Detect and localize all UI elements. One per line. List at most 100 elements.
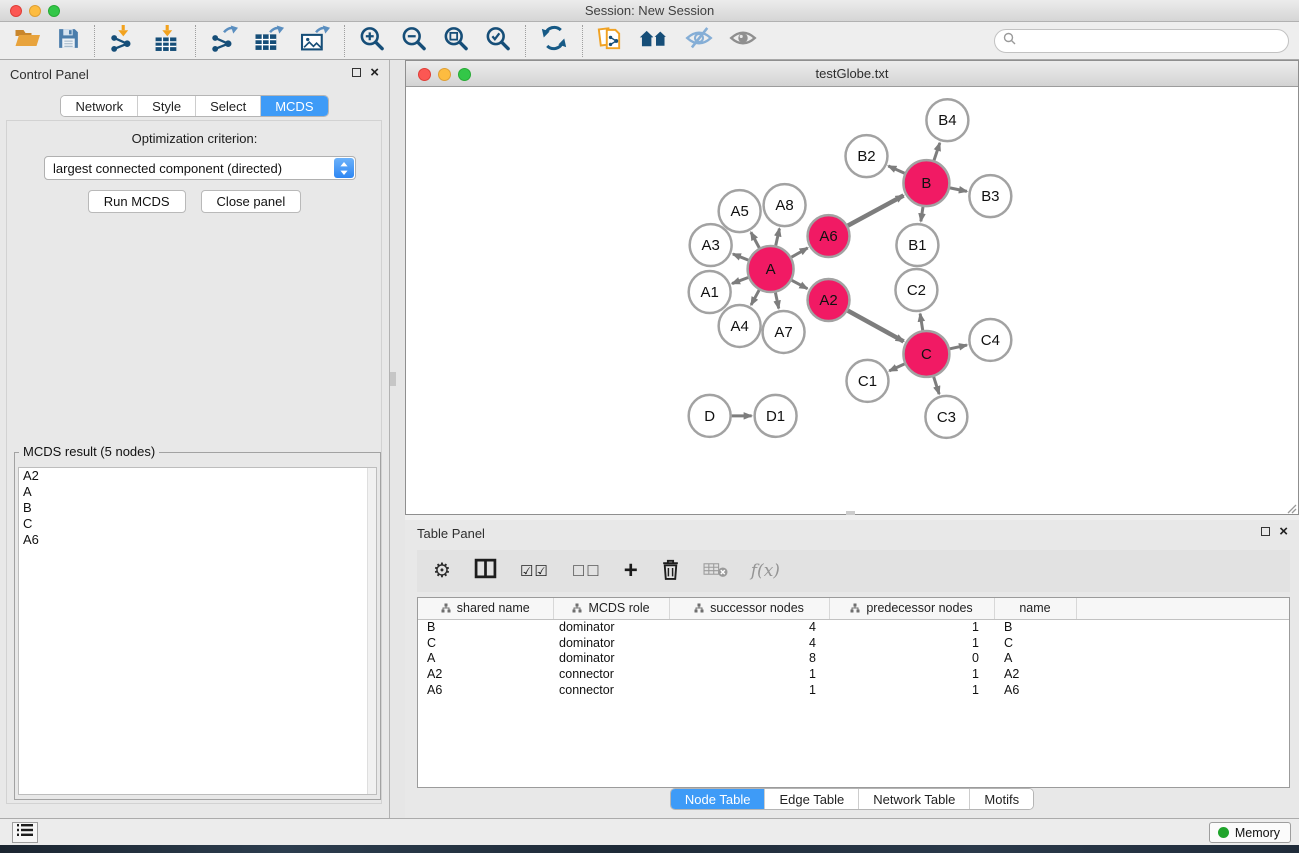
tab-network[interactable]: Network (61, 96, 138, 116)
graph-edge-A-A6[interactable] (791, 248, 807, 257)
panel-divider-grip[interactable] (390, 372, 396, 386)
mcds-result-item[interactable]: B (19, 500, 376, 516)
table-row[interactable]: Bdominator41B (418, 619, 1289, 635)
table-row[interactable]: A6connector11A6 (418, 682, 1289, 698)
tab-select[interactable]: Select (196, 96, 261, 116)
table-row[interactable]: Adominator80A (418, 650, 1289, 666)
table-tab-edge-table[interactable]: Edge Table (765, 789, 859, 809)
table-row[interactable]: Cdominator41C (418, 635, 1289, 651)
task-history-button[interactable] (12, 822, 38, 843)
search-input[interactable] (1020, 31, 1288, 51)
graph-edge-A-A8[interactable] (776, 229, 780, 246)
float-table-panel-icon[interactable] (1261, 527, 1270, 536)
cell-name[interactable]: A (994, 650, 1076, 666)
close-panel-icon[interactable]: × (370, 67, 379, 78)
zoom-fit-button[interactable] (435, 25, 477, 57)
table-tab-network-table[interactable]: Network Table (859, 789, 970, 809)
tab-mcds[interactable]: MCDS (261, 96, 327, 116)
import-network-button[interactable] (101, 25, 145, 57)
close-table-panel-icon[interactable]: × (1279, 526, 1288, 537)
float-panel-icon[interactable] (352, 68, 361, 77)
graph-edge-C-C2[interactable] (920, 314, 923, 331)
cell-MCDS-role[interactable]: dominator (553, 650, 669, 666)
table-row[interactable]: A2connector11A2 (418, 666, 1289, 682)
graph-edge-A2-C[interactable] (848, 311, 904, 342)
cell-name[interactable]: A2 (994, 666, 1076, 682)
table-tab-node-table[interactable]: Node Table (671, 789, 766, 809)
cell-MCDS-role[interactable]: dominator (553, 635, 669, 651)
cell-name[interactable]: A6 (994, 682, 1076, 698)
cell-MCDS-role[interactable]: connector (553, 666, 669, 682)
import-table-button[interactable] (145, 25, 189, 57)
criterion-select[interactable]: largest connected component (directed) (44, 156, 356, 180)
graph-edge-B-B3[interactable] (950, 188, 967, 191)
cell-name[interactable]: B (994, 619, 1076, 635)
show-all-button[interactable] (721, 25, 765, 57)
cell-successor-nodes[interactable]: 4 (669, 635, 829, 651)
cell-predecessor-nodes[interactable]: 0 (829, 650, 994, 666)
first-neighbors-button[interactable] (631, 25, 677, 57)
cell-shared-name[interactable]: C (418, 635, 553, 651)
hide-selected-button[interactable] (677, 25, 721, 57)
cell-predecessor-nodes[interactable]: 1 (829, 619, 994, 635)
graph-edge-B-B2[interactable] (888, 166, 904, 173)
cell-MCDS-role[interactable]: dominator (553, 619, 669, 635)
export-table-button[interactable] (246, 25, 292, 57)
column-header-predecessor-nodes[interactable]: predecessor nodes (829, 598, 994, 619)
zoom-selected-button[interactable] (477, 25, 519, 57)
column-header-MCDS-role[interactable]: MCDS role (553, 598, 669, 619)
add-row-button[interactable]: + (624, 561, 638, 581)
show-column-button[interactable] (474, 558, 497, 584)
graph-edge-A6-B[interactable] (848, 195, 904, 225)
table-tab-motifs[interactable]: Motifs (970, 789, 1033, 809)
mcds-result-item[interactable]: A6 (19, 532, 376, 548)
close-panel-button[interactable]: Close panel (201, 190, 302, 213)
cell-shared-name[interactable]: B (418, 619, 553, 635)
graph-edge-A-A5[interactable] (751, 232, 759, 248)
run-mcds-button[interactable]: Run MCDS (88, 190, 186, 213)
graph-edge-C-C3[interactable] (934, 377, 939, 394)
zoom-out-button[interactable] (393, 25, 435, 57)
graph-edge-C-C4[interactable] (950, 345, 967, 349)
network-canvas[interactable]: B4B2BB3A8A5A6B1A3AC2A1A2A4A7C4CC1C3DD1 (406, 87, 1298, 514)
graph-edge-A-A4[interactable] (751, 290, 759, 305)
graph-edge-A-A7[interactable] (775, 293, 778, 309)
cell-successor-nodes[interactable]: 8 (669, 650, 829, 666)
zoom-in-button[interactable] (351, 25, 393, 57)
new-network-from-selection-button[interactable] (589, 25, 631, 57)
mcds-result-item[interactable]: A2 (19, 468, 376, 484)
delete-table-button[interactable] (703, 560, 728, 583)
cell-shared-name[interactable]: A6 (418, 682, 553, 698)
column-header-successor-nodes[interactable]: successor nodes (669, 598, 829, 619)
apply-layout-refresh-button[interactable] (532, 25, 576, 57)
memory-button[interactable]: Memory (1209, 822, 1291, 843)
save-session-button[interactable] (49, 25, 88, 57)
cell-predecessor-nodes[interactable]: 1 (829, 682, 994, 698)
graph-edge-A-A3[interactable] (733, 254, 748, 260)
column-header-name[interactable]: name (994, 598, 1076, 619)
cell-predecessor-nodes[interactable]: 1 (829, 635, 994, 651)
column-header-shared-name[interactable]: shared name (418, 598, 553, 619)
cell-successor-nodes[interactable]: 1 (669, 682, 829, 698)
resize-corner-icon[interactable] (1285, 501, 1297, 513)
deselect-all-rows-button[interactable]: ☐☐ (572, 562, 601, 580)
open-file-button[interactable] (6, 25, 49, 57)
cell-MCDS-role[interactable]: connector (553, 682, 669, 698)
cell-successor-nodes[interactable]: 1 (669, 666, 829, 682)
graph-edge-B-B1[interactable] (921, 207, 923, 221)
export-network-button[interactable] (202, 25, 246, 57)
network-window-titlebar[interactable]: testGlobe.txt (406, 61, 1298, 87)
export-image-button[interactable] (292, 25, 338, 57)
graph-edge-B-B4[interactable] (934, 143, 940, 160)
mcds-result-item[interactable]: A (19, 484, 376, 500)
cell-shared-name[interactable]: A (418, 650, 553, 666)
cell-shared-name[interactable]: A2 (418, 666, 553, 682)
tab-style[interactable]: Style (138, 96, 196, 116)
function-builder-button[interactable]: f(x) (751, 561, 780, 581)
graph-edge-A-A2[interactable] (792, 280, 808, 288)
cell-successor-nodes[interactable]: 4 (669, 619, 829, 635)
graph-edge-A-A1[interactable] (732, 277, 748, 283)
cell-predecessor-nodes[interactable]: 1 (829, 666, 994, 682)
mcds-result-item[interactable]: C (19, 516, 376, 532)
table-settings-button[interactable]: ⚙ (433, 561, 451, 581)
